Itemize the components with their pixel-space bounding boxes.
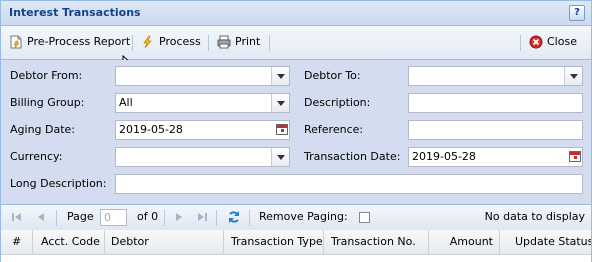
aging-date-field[interactable]: 2019-05-28	[115, 120, 290, 140]
last-page-icon[interactable]	[196, 211, 208, 223]
long-description-field[interactable]	[115, 174, 583, 194]
pre-process-report-button[interactable]: Pre-Process Report	[9, 33, 130, 51]
remove-paging-label: Remove Paging:	[259, 210, 348, 223]
transaction-date-label: Transaction Date:	[304, 150, 401, 163]
pager-status: No data to display	[484, 210, 585, 223]
column-header-transaction-no[interactable]: Transaction No.	[324, 230, 429, 254]
panel-header: Interest Transactions ?	[1, 1, 591, 26]
column-header-number[interactable]: #	[1, 230, 33, 254]
column-header-debtor[interactable]: Debtor	[105, 230, 224, 254]
previous-page-icon[interactable]	[35, 211, 47, 223]
close-icon	[529, 35, 543, 49]
pager-separator	[249, 210, 250, 226]
currency-combo[interactable]	[115, 147, 290, 167]
printer-icon	[217, 35, 231, 49]
toolbar-separator	[520, 35, 521, 51]
report-page-icon	[9, 35, 23, 49]
billing-group-value: All	[119, 96, 133, 109]
description-label: Description:	[304, 96, 371, 109]
process-button[interactable]: Process	[141, 33, 201, 51]
reference-label: Reference:	[304, 123, 364, 136]
lightning-icon	[141, 35, 155, 49]
close-label: Close	[547, 35, 577, 48]
transaction-date-value: 2019-05-28	[412, 150, 476, 163]
first-page-icon[interactable]	[11, 211, 23, 223]
remove-paging-checkbox[interactable]	[359, 212, 370, 223]
close-button[interactable]: Close	[529, 33, 577, 51]
reference-field[interactable]	[408, 120, 583, 140]
toolbar-separator	[208, 35, 209, 51]
column-header-transaction-type[interactable]: Transaction Type	[224, 230, 324, 254]
aging-date-label: Aging Date:	[10, 123, 76, 136]
pager-separator	[216, 210, 217, 226]
grid-header: # Acct. Code Debtor Transaction Type Tra…	[1, 230, 591, 255]
help-button[interactable]: ?	[569, 5, 585, 21]
aging-date-value: 2019-05-28	[119, 123, 183, 136]
process-label: Process	[159, 35, 201, 48]
transaction-date-field[interactable]: 2019-05-28	[408, 147, 583, 167]
chevron-down-icon[interactable]	[271, 94, 289, 112]
debtor-to-label: Debtor To:	[304, 69, 361, 82]
currency-label: Currency:	[10, 150, 63, 163]
debtor-to-combo[interactable]	[408, 66, 583, 86]
date-picker-button[interactable]	[566, 148, 582, 166]
chevron-down-icon[interactable]	[271, 67, 289, 85]
pager-separator	[164, 210, 165, 226]
column-header-acct-code[interactable]: Acct. Code	[33, 230, 105, 254]
debtor-from-label: Debtor From:	[10, 69, 83, 82]
print-label: Print	[235, 35, 261, 48]
chevron-down-icon[interactable]	[271, 148, 289, 166]
toolbar-separator	[269, 35, 270, 51]
page-number-input[interactable]: 0	[100, 209, 127, 226]
billing-group-label: Billing Group:	[10, 96, 85, 109]
filter-form: Debtor From: Debtor To: Billing Group: A…	[1, 60, 591, 203]
column-header-amount[interactable]: Amount	[429, 230, 500, 254]
pager-separator	[56, 210, 57, 226]
toolbar: Pre-Process Report Process Print Close	[1, 26, 591, 71]
page-number-value: 0	[104, 211, 111, 224]
print-button[interactable]: Print	[217, 33, 260, 51]
panel-title: Interest Transactions	[9, 6, 141, 19]
toolbar-separator	[132, 35, 133, 51]
interest-transactions-panel: Interest Transactions ? Pre-Process Repo…	[0, 0, 592, 262]
pre-process-report-label: Pre-Process Report	[27, 35, 131, 48]
calendar-icon	[276, 124, 288, 135]
description-field[interactable]	[408, 93, 583, 113]
long-description-label: Long Description:	[10, 177, 107, 190]
page-label: Page	[67, 210, 94, 223]
column-header-update-status[interactable]: Update Status	[500, 230, 591, 254]
paging-toolbar: Page 0 of 0 Remove Paging: No data to di…	[1, 204, 591, 231]
calendar-icon	[569, 151, 581, 162]
chevron-down-icon[interactable]	[564, 67, 582, 85]
billing-group-combo[interactable]: All	[115, 93, 290, 113]
page-count-label: of 0	[137, 210, 159, 223]
refresh-icon[interactable]	[227, 210, 241, 224]
date-picker-button[interactable]	[273, 121, 289, 139]
debtor-from-combo[interactable]	[115, 66, 290, 86]
next-page-icon[interactable]	[173, 211, 185, 223]
